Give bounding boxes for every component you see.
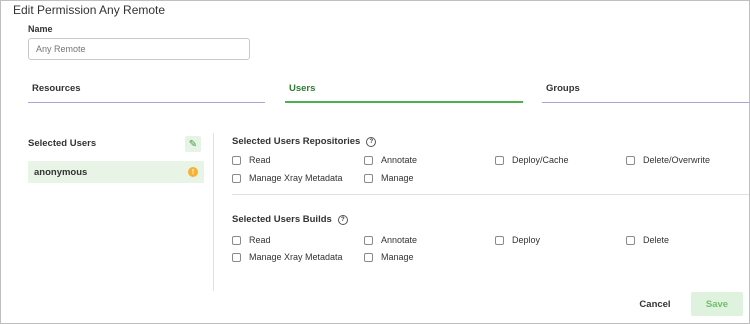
pencil-icon: ✎ xyxy=(188,138,198,150)
checkbox-label: Delete/Overwrite xyxy=(643,155,711,165)
checkbox-box[interactable] xyxy=(232,173,241,183)
repo-deploy-cache-checkbox[interactable]: Deploy/Cache xyxy=(495,155,569,165)
repo-read-checkbox[interactable]: Read xyxy=(232,155,271,165)
checkbox-box[interactable] xyxy=(495,235,504,245)
tab-users[interactable]: Users xyxy=(285,83,523,103)
repo-annotate-checkbox[interactable]: Annotate xyxy=(364,155,417,165)
panel-divider xyxy=(213,133,214,291)
save-button[interactable]: Save xyxy=(691,292,743,316)
checkbox-box[interactable] xyxy=(626,155,635,165)
repo-manage-checkbox[interactable]: Manage xyxy=(364,173,414,183)
repositories-title-text: Selected Users Repositories xyxy=(232,136,361,147)
repositories-section-title: Selected Users Repositories ? xyxy=(232,136,377,147)
tab-groups[interactable]: Groups xyxy=(542,83,749,103)
checkbox-box[interactable] xyxy=(232,155,241,165)
name-label: Name xyxy=(28,24,53,34)
checkbox-box[interactable] xyxy=(232,252,241,262)
checkbox-label: Delete xyxy=(643,235,670,245)
build-deploy-checkbox[interactable]: Deploy xyxy=(495,235,540,245)
checkbox-label: Annotate xyxy=(381,235,418,245)
help-icon[interactable]: ? xyxy=(337,214,348,225)
build-manage-xray-checkbox[interactable]: Manage Xray Metadata xyxy=(232,252,343,262)
checkbox-label: Annotate xyxy=(381,155,418,165)
edit-permission-dialog: Edit Permission Any Remote Name Resource… xyxy=(0,0,750,324)
checkbox-box[interactable] xyxy=(364,235,373,245)
checkbox-box[interactable] xyxy=(495,155,504,165)
checkbox-label: Manage Xray Metadata xyxy=(249,173,343,183)
build-delete-checkbox[interactable]: Delete xyxy=(626,235,669,245)
user-row-anonymous[interactable]: anonymous ! xyxy=(28,161,204,183)
selected-users-title: Selected Users xyxy=(28,138,97,149)
checkbox-label: Read xyxy=(249,155,271,165)
tab-resources[interactable]: Resources xyxy=(28,83,265,103)
checkbox-box[interactable] xyxy=(626,235,635,245)
repo-manage-xray-checkbox[interactable]: Manage Xray Metadata xyxy=(232,173,343,183)
section-divider xyxy=(232,194,749,195)
checkbox-label: Manage xyxy=(381,252,414,262)
edit-users-button[interactable]: ✎ xyxy=(185,136,201,152)
build-annotate-checkbox[interactable]: Annotate xyxy=(364,235,417,245)
dialog-title: Edit Permission Any Remote xyxy=(13,3,166,17)
name-input[interactable] xyxy=(28,38,250,60)
checkbox-label: Read xyxy=(249,235,271,245)
checkbox-box[interactable] xyxy=(364,173,373,183)
checkbox-box[interactable] xyxy=(364,155,373,165)
build-read-checkbox[interactable]: Read xyxy=(232,235,271,245)
checkbox-box[interactable] xyxy=(232,235,241,245)
checkbox-label: Manage Xray Metadata xyxy=(249,252,343,262)
repo-delete-overwrite-checkbox[interactable]: Delete/Overwrite xyxy=(626,155,710,165)
checkbox-label: Manage xyxy=(381,173,414,183)
user-name: anonymous xyxy=(34,166,88,178)
checkbox-label: Deploy/Cache xyxy=(512,155,569,165)
build-manage-checkbox[interactable]: Manage xyxy=(364,252,414,262)
warning-icon: ! xyxy=(188,167,198,177)
cancel-button[interactable]: Cancel xyxy=(633,292,677,316)
checkbox-label: Deploy xyxy=(512,235,541,245)
checkbox-box[interactable] xyxy=(364,252,373,262)
builds-title-text: Selected Users Builds xyxy=(232,214,332,225)
builds-section-title: Selected Users Builds ? xyxy=(232,214,348,225)
help-icon[interactable]: ? xyxy=(366,136,377,147)
